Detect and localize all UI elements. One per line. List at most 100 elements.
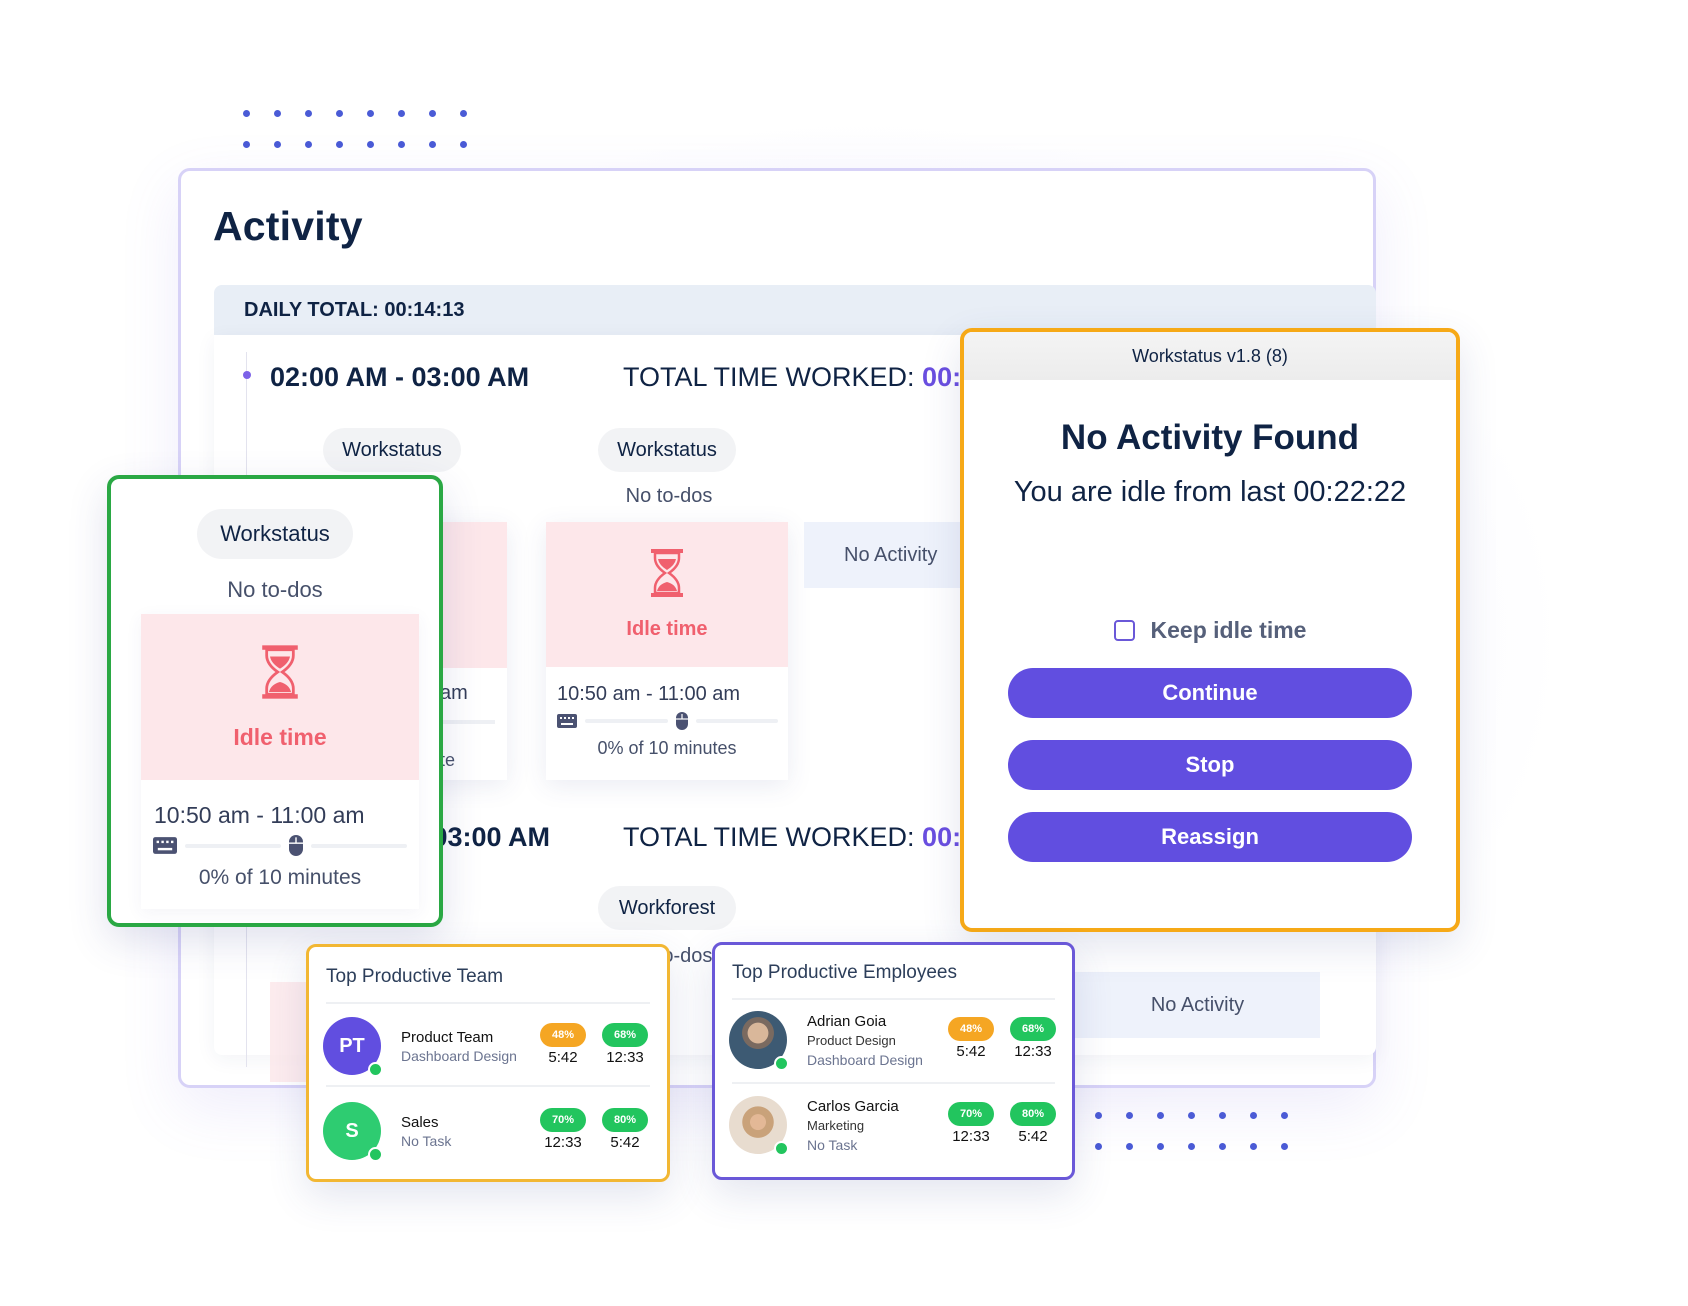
activity-card[interactable]: Idle time 10:50 am - 11:00 am 0% of 10 m… xyxy=(546,522,788,780)
hourglass-icon xyxy=(262,644,298,699)
top-productive-team-card: Top Productive Team PT Product Team Dash… xyxy=(306,944,670,1182)
idle-message: You are idle from last 00:22:22 xyxy=(1013,476,1407,508)
continue-button[interactable]: Continue xyxy=(1008,668,1412,718)
team-avatar: PT xyxy=(323,1017,383,1077)
mouse-activity-track xyxy=(695,719,778,723)
dot xyxy=(243,141,250,148)
team-task: Dashboard Design xyxy=(401,1048,517,1064)
metric-time: 12:33 xyxy=(544,1134,582,1151)
metric-time: 12:33 xyxy=(606,1049,644,1066)
employee-row[interactable]: Adrian Goia Product Design Dashboard Des… xyxy=(729,1011,1058,1083)
team-name: Product Team xyxy=(401,1029,494,1046)
window-title: Workstatus v1.8 (8) xyxy=(1132,345,1288,366)
employee-department: Marketing xyxy=(807,1118,865,1133)
metric-time: 5:42 xyxy=(1018,1128,1048,1145)
employee-task: Dashboard Design xyxy=(807,1052,923,1068)
mouse-icon xyxy=(675,712,688,730)
dot xyxy=(1281,1112,1288,1119)
keep-idle-time-option[interactable]: Keep idle time xyxy=(964,617,1456,644)
percent-badge: 48% xyxy=(540,1023,586,1047)
idle-status: Idle time xyxy=(233,723,327,750)
divider xyxy=(326,1002,650,1004)
dot xyxy=(305,110,312,117)
top-productive-employees-card: Top Productive Employees Adrian Goia Pro… xyxy=(712,942,1075,1180)
team-name: Sales xyxy=(401,1114,439,1131)
dot xyxy=(1157,1143,1164,1150)
metric-time: 5:42 xyxy=(548,1049,578,1066)
hour-range-text: 03:00 AM xyxy=(432,822,550,852)
employee-avatar xyxy=(729,1011,789,1071)
percent-badge: 70% xyxy=(948,1102,994,1126)
team-task: No Task xyxy=(401,1133,452,1149)
project-pill[interactable]: Workstatus xyxy=(598,428,736,472)
dialog-heading: No Activity Found xyxy=(1060,418,1360,457)
metric: 80% 5:42 xyxy=(1009,1102,1057,1145)
keyboard-icon xyxy=(153,837,177,854)
activity-meter xyxy=(557,712,778,730)
metric-time: 5:42 xyxy=(610,1134,640,1151)
percent-badge: 80% xyxy=(1010,1102,1056,1126)
team-row[interactable]: PT Product Team Dashboard Design 48% 5:4… xyxy=(323,1017,653,1089)
stop-button[interactable]: Stop xyxy=(1008,740,1412,790)
reassign-button[interactable]: Reassign xyxy=(1008,812,1412,862)
hour-range: 02:00 AM - 03:00 AM xyxy=(270,362,530,392)
divider xyxy=(732,998,1055,1000)
keep-idle-time-label: Keep idle time xyxy=(1150,617,1307,643)
decorative-dot-grid-top xyxy=(243,110,467,148)
total-time-worked: TOTAL TIME WORKED: 00:1 xyxy=(623,822,976,853)
dot xyxy=(1219,1112,1226,1119)
no-activity-label: No Activity xyxy=(844,543,938,566)
dot xyxy=(1095,1143,1102,1150)
keep-idle-time-checkbox[interactable] xyxy=(1113,620,1135,641)
metric: 48% 5:42 xyxy=(539,1023,587,1066)
divider xyxy=(732,1082,1055,1084)
todo-label: No to-dos xyxy=(625,485,713,507)
timeline-dot xyxy=(243,371,251,379)
metric: 70% 12:33 xyxy=(539,1108,587,1151)
dot xyxy=(274,110,281,117)
percent-badge: 80% xyxy=(602,1108,648,1132)
idle-zone: Idle time xyxy=(546,522,788,667)
team-row[interactable]: S Sales No Task 70% 12:33 80% 5:42 xyxy=(323,1102,653,1174)
online-status-dot xyxy=(368,1062,383,1077)
card-title: Top Productive Employees xyxy=(732,962,957,983)
activity-meter-track xyxy=(440,720,495,724)
dot xyxy=(367,110,374,117)
online-status-dot xyxy=(774,1141,789,1156)
percent-badge: 68% xyxy=(1010,1017,1056,1041)
divider xyxy=(326,1085,650,1087)
activity-card: Idle time 10:50 am - 11:00 am 0% of 10 m… xyxy=(141,614,419,909)
metric: 68% 12:33 xyxy=(601,1023,649,1066)
dot xyxy=(1250,1143,1257,1150)
percent-text: 0% of 10 minutes xyxy=(198,866,362,889)
dot xyxy=(460,110,467,117)
dot xyxy=(1095,1112,1102,1119)
online-status-dot xyxy=(774,1056,789,1071)
employee-name: Adrian Goia xyxy=(807,1013,887,1030)
no-activity-box: No Activity xyxy=(1075,972,1320,1038)
dot xyxy=(1281,1143,1288,1150)
time-range: am xyxy=(440,682,468,704)
highlight-activity-card[interactable]: Workstatus No to-dos Idle time 10:50 am … xyxy=(107,475,443,927)
dot xyxy=(460,141,467,148)
dot xyxy=(336,110,343,117)
time-range: 10:50 am - 11:00 am xyxy=(557,683,741,705)
total-time-label: TOTAL TIME WORKED: xyxy=(623,362,915,392)
percent-badge: 68% xyxy=(602,1023,648,1047)
no-activity-label: No Activity xyxy=(1150,993,1245,1016)
metric: 70% 12:33 xyxy=(947,1102,995,1145)
project-pill[interactable]: Workforest xyxy=(598,886,736,930)
metric: 80% 5:42 xyxy=(601,1108,649,1151)
employee-department: Product Design xyxy=(807,1033,896,1048)
employee-row[interactable]: Carlos Garcia Marketing No Task 70% 12:3… xyxy=(729,1096,1058,1168)
metric-time: 5:42 xyxy=(956,1043,986,1060)
dot xyxy=(1126,1112,1133,1119)
idle-zone: Idle time xyxy=(141,614,419,780)
dot xyxy=(243,110,250,117)
project-pill[interactable]: Workstatus xyxy=(197,509,353,559)
project-pill[interactable]: Workstatus xyxy=(323,428,461,472)
idle-dialog: Workstatus v1.8 (8) No Activity Found Yo… xyxy=(960,328,1460,932)
dot xyxy=(429,141,436,148)
total-time-label: TOTAL TIME WORKED: xyxy=(623,822,915,852)
metric: 48% 5:42 xyxy=(947,1017,995,1060)
